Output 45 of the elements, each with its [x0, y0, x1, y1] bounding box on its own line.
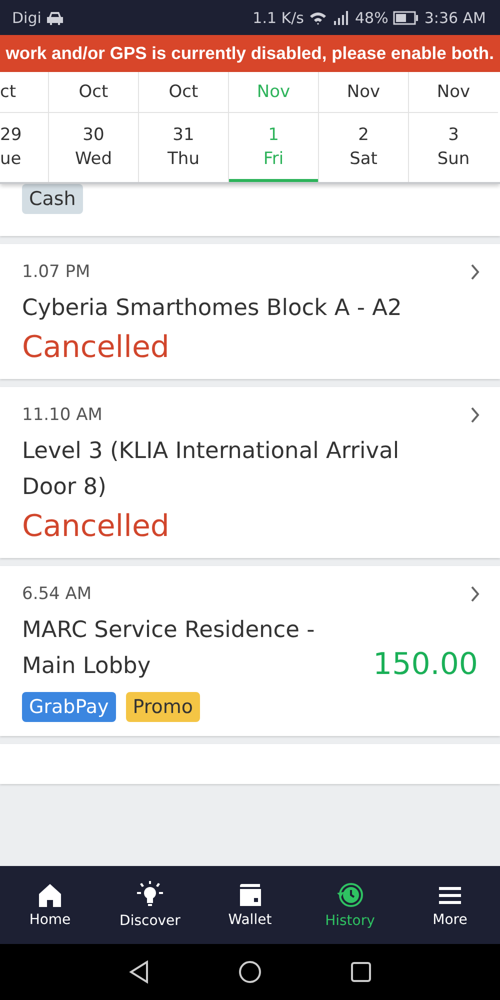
history-icon: [335, 881, 365, 909]
date-tab[interactable]: Oct 31 Thu: [138, 72, 228, 182]
chevron-right-icon: [470, 264, 480, 280]
date-tab[interactable]: Nov 2 Sat: [318, 72, 408, 182]
nav-tab[interactable]: Discover: [100, 866, 200, 944]
warning-text: work and/or GPS is currently disabled, please enable both.: [6, 43, 494, 64]
trip-card[interactable]: 1.07 PM Cyberia Smarthomes Block A - A2 Cancelled: [0, 244, 500, 379]
trip-card[interactable]: Cash: [0, 184, 500, 236]
clock-text: 3:36 AM: [424, 8, 486, 26]
trip-time: 1.07 PM: [22, 262, 90, 282]
chevron-right-icon: [470, 586, 480, 602]
carrier-text: Digi: [12, 8, 42, 26]
nav-tab[interactable]: History: [300, 866, 400, 944]
payment-tag: Promo: [126, 692, 200, 722]
trip-location: Cyberia Smarthomes Block A - A2: [22, 294, 403, 323]
wifi-icon: [309, 10, 327, 24]
payment-tag: Cash: [22, 184, 83, 214]
signal-icon: [332, 10, 350, 24]
trip-card[interactable]: 6.54 AM MARC Service Residence - Main Lobby 150.00 GrabPay Promo: [0, 566, 500, 736]
date-tab[interactable]: Nov 3 Sun: [408, 72, 498, 182]
trip-location: Level 3 (KLIA International Arrival Door 8): [22, 437, 400, 502]
battery-percent: 48%: [355, 8, 388, 26]
date-tab[interactable]: ct 29 ue: [0, 72, 48, 182]
date-tab[interactable]: Oct 30 Wed: [48, 72, 138, 182]
nav-tab[interactable]: More: [400, 866, 500, 944]
trip-time: 6.54 AM: [22, 584, 92, 604]
payment-tag: GrabPay: [22, 692, 116, 722]
trip-time: 11.10 AM: [22, 405, 102, 425]
chevron-right-icon: [470, 407, 480, 423]
nav-tab[interactable]: Wallet: [200, 866, 300, 944]
wallet-icon: [238, 882, 262, 908]
trip-status: Cancelled: [22, 330, 170, 365]
back-icon[interactable]: [128, 960, 150, 984]
home-icon: [37, 882, 63, 908]
car-icon: [46, 10, 64, 24]
trip-location: MARC Service Residence - Main Lobby: [22, 616, 316, 681]
trip-status: Cancelled: [22, 509, 170, 544]
trip-card[interactable]: 11.10 AM Level 3 (KLIA International Arrival Door 8) Cancelled: [0, 387, 500, 558]
recents-icon[interactable]: [350, 961, 372, 983]
nav-tab[interactable]: Home: [0, 866, 100, 944]
home-circle-icon[interactable]: [238, 960, 262, 984]
battery-icon: [393, 10, 420, 24]
speed-text: 1.1 K/s: [252, 8, 304, 26]
lightbulb-icon: [134, 881, 166, 909]
fare-amount: 150.00: [373, 647, 478, 682]
